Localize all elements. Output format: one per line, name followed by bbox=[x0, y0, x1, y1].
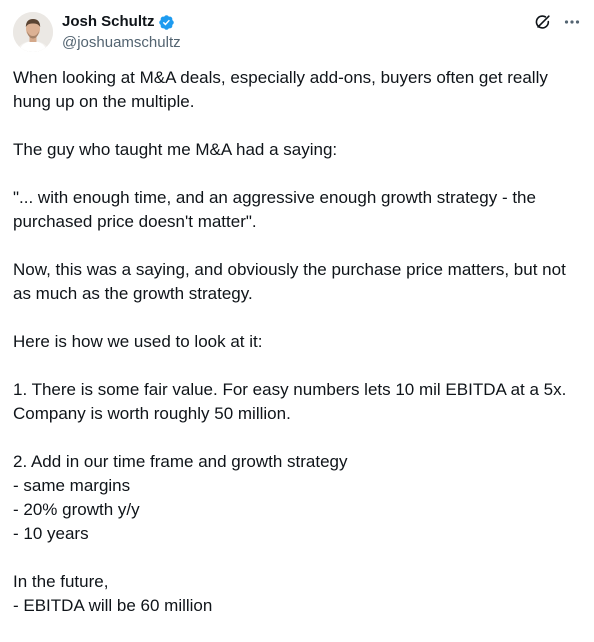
post-paragraph: Here is how we used to look at it: bbox=[13, 332, 263, 351]
grok-icon[interactable] bbox=[534, 13, 552, 31]
post-line: - 20% growth y/y bbox=[13, 500, 140, 519]
more-options-icon[interactable] bbox=[564, 13, 580, 31]
post-body: When looking at M&A deals, especially ad… bbox=[13, 66, 581, 642]
post-paragraph-list: In the future, - EBITDA will be 60 milli… bbox=[13, 570, 581, 618]
post-paragraph: "... with enough time, and an aggressive… bbox=[13, 188, 536, 231]
post-actions bbox=[534, 12, 580, 32]
post-header: Josh Schultz @joshuamschultz bbox=[13, 12, 580, 56]
avatar-image bbox=[13, 12, 53, 52]
post-line: - 10 years bbox=[13, 524, 89, 543]
post-paragraph: 1. There is some fair value. For easy nu… bbox=[13, 380, 567, 423]
post-paragraph: When looking at M&A deals, especially ad… bbox=[13, 68, 548, 111]
post-line: 2. Add in our time frame and growth stra… bbox=[13, 452, 348, 471]
author-info: Josh Schultz @joshuamschultz bbox=[62, 12, 181, 53]
post-line: - EBITDA will be 60 million bbox=[13, 596, 213, 615]
post-paragraph: The guy who taught me M&A had a saying: bbox=[13, 140, 338, 159]
author-display-name[interactable]: Josh Schultz bbox=[62, 12, 155, 32]
post-line: - same margins bbox=[13, 476, 131, 495]
author-name-row: Josh Schultz bbox=[62, 12, 181, 32]
verified-badge-icon[interactable] bbox=[158, 14, 175, 31]
author-handle[interactable]: @joshuamschultz bbox=[62, 33, 181, 53]
post-paragraph-list: 2. Add in our time frame and growth stra… bbox=[13, 450, 581, 546]
post-paragraph: Now, this was a saying, and obviously th… bbox=[13, 260, 566, 303]
post-line: In the future, bbox=[13, 572, 109, 591]
avatar[interactable] bbox=[13, 12, 53, 52]
